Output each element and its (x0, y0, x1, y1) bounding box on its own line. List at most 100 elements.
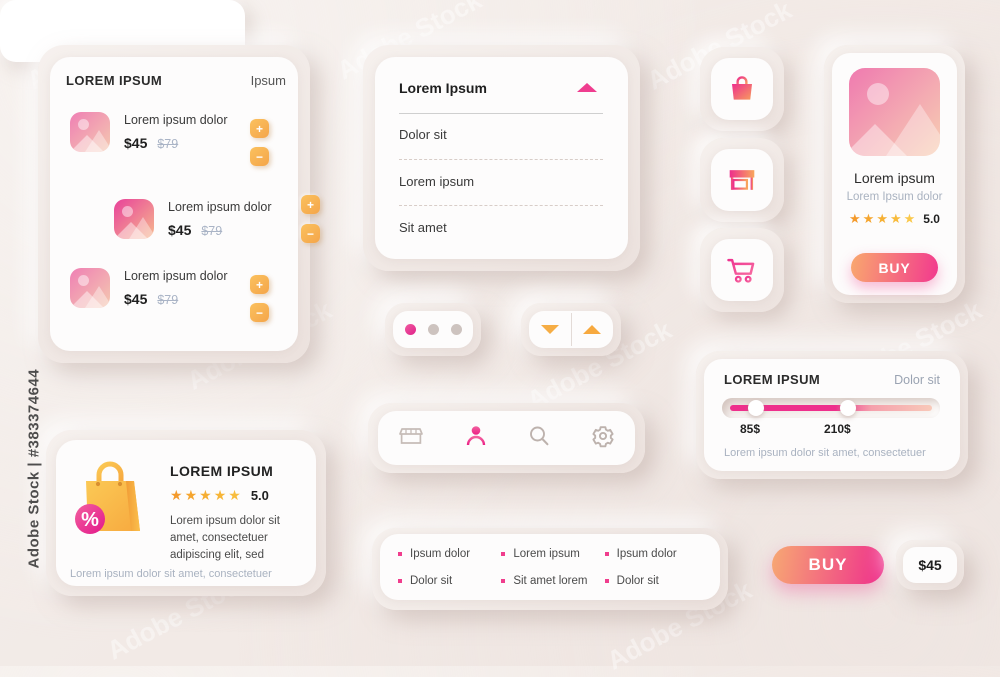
product-subtitle: Lorem Ipsum dolor (846, 191, 943, 203)
star-icon: ★ (228, 487, 241, 503)
cart-row-price: $45 (124, 135, 148, 151)
product-title: Lorem ipsum (854, 170, 935, 186)
star-icon: ★ (199, 487, 212, 503)
price-filter-action[interactable]: Dolor sit (894, 373, 940, 387)
star-icon: ★ (889, 211, 902, 226)
shopping-cart-icon (727, 258, 755, 283)
bullet-list: Ipsum dolor Lorem ipsum Ipsum dolor Dolo… (398, 548, 708, 587)
accordion-divider-dashed (399, 159, 603, 160)
increment-button[interactable]: + (250, 275, 269, 294)
product-thumbnail-icon (114, 199, 154, 239)
search-icon (530, 426, 549, 445)
price-range-slider[interactable] (722, 398, 940, 418)
pagination-dot-active[interactable] (404, 324, 416, 335)
cart-row-price: $45 (124, 291, 148, 307)
watermark-text: Adobe Stock | #383374644 (25, 368, 43, 569)
pagination-dot[interactable] (427, 324, 439, 335)
bullet-icon (398, 579, 402, 583)
cart-row-name: Lorem ipsum dolor (124, 113, 228, 127)
accordion-item[interactable]: Lorem ipsum (399, 174, 474, 189)
pagination-dot[interactable] (450, 324, 462, 335)
star-icon: ★ (213, 487, 227, 503)
list-item[interactable]: Ipsum dolor (398, 548, 501, 560)
decrement-button[interactable]: − (250, 303, 269, 322)
nav-item-store[interactable] (398, 424, 424, 453)
cart-card-header: LOREM IPSUM Ipsum (66, 73, 286, 88)
promo-rating: ★ ★ ★ ★ ★ 5.0 (170, 487, 269, 504)
chevron-up-icon[interactable] (577, 83, 597, 92)
product-image-placeholder-icon (849, 68, 940, 156)
buy-button[interactable]: BUY (772, 546, 884, 584)
accordion-item[interactable]: Sit amet (399, 220, 447, 235)
cart-row-old-price: $79 (157, 137, 179, 151)
nav-item-settings[interactable] (591, 424, 615, 453)
product-rating-value: 5.0 (923, 212, 940, 226)
price-filter-header: LOREM IPSUM Dolor sit (724, 372, 940, 387)
list-item[interactable]: Sit amet lorem (501, 575, 604, 587)
shopping-bag-icon (732, 76, 752, 100)
product-buy-button[interactable]: BUY (851, 253, 938, 282)
star-icon: ★ (876, 211, 888, 226)
list-item[interactable]: Dolor sit (604, 575, 708, 587)
promo-footer: Lorem ipsum dolor sit amet, consectetuer (70, 568, 272, 580)
slider-min-value: 85$ (740, 422, 761, 436)
product-thumbnail-icon (70, 112, 110, 152)
cart-row[interactable]: Lorem ipsum dolor $45 $79 (114, 199, 329, 239)
increment-button[interactable]: + (250, 119, 269, 138)
bullet-icon (604, 552, 609, 556)
up-arrow-icon (583, 325, 601, 334)
price-filter-title: LOREM IPSUM (724, 372, 821, 387)
bottom-nav (378, 411, 635, 465)
list-item[interactable]: Lorem ipsum (501, 548, 604, 560)
price-tag: $45 (903, 547, 957, 583)
increment-button[interactable]: + (301, 195, 320, 214)
accordion-header[interactable]: Lorem Ipsum (399, 80, 487, 96)
store-icon (729, 170, 755, 190)
decrement-button[interactable]: − (250, 147, 269, 166)
slider-handle-min[interactable] (748, 400, 764, 416)
stepper-up-button[interactable] (571, 311, 613, 348)
slider-handle-max[interactable] (840, 400, 856, 416)
gear-icon (592, 425, 614, 447)
price-filter-note: Lorem ipsum dolor sit amet, consectetuer (724, 447, 926, 459)
cart-row-name: Lorem ipsum dolor (124, 269, 228, 283)
stepper-down-button[interactable] (529, 311, 571, 348)
list-item[interactable]: Ipsum dolor (604, 548, 708, 560)
bullet-icon (604, 579, 609, 583)
store-icon (399, 427, 423, 444)
cart-row-price: $45 (168, 222, 192, 238)
stepper-divider (571, 313, 572, 346)
list-item-label: Sit amet lorem (513, 575, 588, 587)
star-icon: ★ (170, 487, 183, 503)
promo-description: Lorem ipsum dolor sit amet, consectetuer… (170, 515, 280, 561)
list-item-label: Dolor sit (410, 575, 453, 587)
user-icon (466, 425, 485, 445)
cart-card-title: LOREM IPSUM (66, 73, 163, 88)
nav-item-user[interactable] (464, 424, 488, 453)
list-item-label: Ipsum dolor (616, 548, 677, 560)
shopping-bag-illustration-icon: % (75, 461, 140, 534)
promo-rating-value: 5.0 (250, 488, 269, 503)
pagination-dots[interactable] (393, 311, 473, 348)
list-item-label: Dolor sit (616, 575, 659, 587)
decrement-button[interactable]: − (301, 224, 320, 243)
svg-text:%: % (81, 509, 99, 531)
cart-row[interactable]: Lorem ipsum dolor $45 $79 (70, 112, 280, 152)
cart-card-action[interactable]: Ipsum (251, 73, 286, 88)
accordion-divider (399, 113, 603, 114)
accordion-divider-dashed (399, 205, 603, 206)
star-icon: ★ (184, 487, 198, 503)
bullet-icon (398, 552, 402, 556)
cart-row-old-price: $79 (157, 293, 179, 307)
accordion-item[interactable]: Dolor sit (399, 127, 447, 142)
cart-row[interactable]: Lorem ipsum dolor $45 $79 (70, 268, 280, 308)
nav-item-search[interactable] (527, 424, 551, 453)
slider-max-value: 210$ (824, 422, 851, 436)
list-item[interactable]: Dolor sit (398, 575, 501, 587)
down-arrow-icon (541, 325, 559, 334)
product-rating: ★ ★ ★ ★ ★ 5.0 (832, 211, 957, 227)
product-thumbnail-icon (70, 268, 110, 308)
promo-title: LOREM IPSUM (170, 463, 274, 479)
list-item-label: Lorem ipsum (513, 548, 580, 560)
star-icon: ★ (862, 211, 875, 226)
